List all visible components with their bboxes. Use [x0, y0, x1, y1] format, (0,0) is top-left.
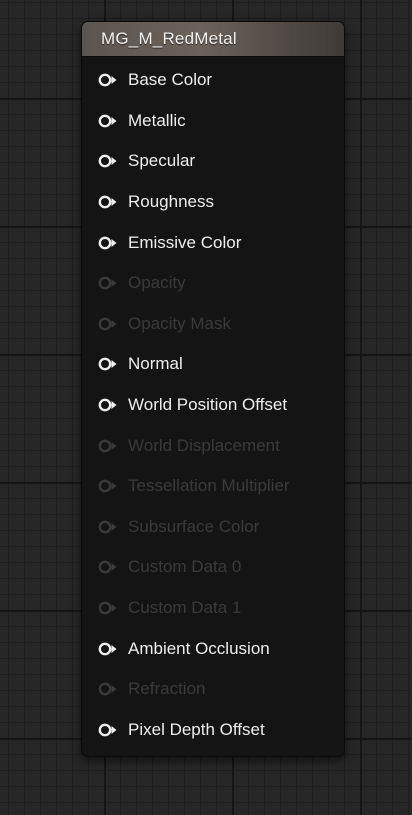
pin-world-position-offset[interactable]: World Position Offset: [82, 385, 344, 426]
material-node[interactable]: MG_M_RedMetal Base Color Metallic Specul…: [82, 22, 344, 756]
pin-connector-icon[interactable]: [98, 195, 118, 209]
pin-connector-icon[interactable]: [98, 236, 118, 250]
pin-custom-data-1[interactable]: Custom Data 1: [82, 588, 344, 629]
pin-label: Roughness: [128, 192, 215, 212]
pin-connector-icon[interactable]: [98, 114, 118, 128]
pin-connector-icon[interactable]: [98, 73, 118, 87]
node-header[interactable]: MG_M_RedMetal: [82, 22, 344, 57]
pin-connector-icon[interactable]: [98, 723, 118, 737]
pin-label: Tessellation Multiplier: [128, 476, 290, 496]
pin-label: Opacity: [128, 273, 186, 293]
pin-connector-icon[interactable]: [98, 682, 118, 696]
pin-connector-icon[interactable]: [98, 560, 118, 574]
pin-label: Custom Data 1: [128, 598, 242, 618]
pin-tessellation-multiplier[interactable]: Tessellation Multiplier: [82, 466, 344, 507]
pin-label: Opacity Mask: [128, 313, 231, 333]
pin-connector-icon[interactable]: [98, 154, 118, 168]
pin-base-color[interactable]: Base Color: [82, 60, 344, 101]
pin-label: World Displacement: [128, 435, 280, 455]
pin-label: World Position Offset: [128, 395, 288, 415]
pin-connector-icon[interactable]: [98, 479, 118, 493]
pin-connector-icon[interactable]: [98, 439, 118, 453]
pin-custom-data-0[interactable]: Custom Data 0: [82, 547, 344, 588]
pin-label: Custom Data 0: [128, 557, 242, 577]
pin-normal[interactable]: Normal: [82, 344, 344, 385]
pin-connector-icon[interactable]: [98, 276, 118, 290]
pin-opacity-mask[interactable]: Opacity Mask: [82, 304, 344, 345]
pin-ambient-occlusion[interactable]: Ambient Occlusion: [82, 628, 344, 669]
pin-connector-icon[interactable]: [98, 317, 118, 331]
pin-emissive-color[interactable]: Emissive Color: [82, 222, 344, 263]
pin-label: Refraction: [128, 679, 206, 699]
pin-label: Normal: [128, 354, 183, 374]
pin-refraction[interactable]: Refraction: [82, 669, 344, 710]
pin-world-displacement[interactable]: World Displacement: [82, 425, 344, 466]
pin-connector-icon[interactable]: [98, 357, 118, 371]
pin-connector-icon[interactable]: [98, 520, 118, 534]
pin-connector-icon[interactable]: [98, 398, 118, 412]
pin-label: Metallic: [128, 110, 186, 130]
pin-specular[interactable]: Specular: [82, 141, 344, 182]
pin-label: Base Color: [128, 70, 213, 90]
pin-label: Specular: [128, 151, 196, 171]
pin-list: Base Color Metallic Specular Roughness E…: [82, 60, 344, 750]
node-title: MG_M_RedMetal: [101, 29, 237, 48]
pin-metallic[interactable]: Metallic: [82, 101, 344, 142]
pin-connector-icon[interactable]: [98, 642, 118, 656]
pin-connector-icon[interactable]: [98, 601, 118, 615]
pin-label: Emissive Color: [128, 232, 242, 252]
pin-label: Ambient Occlusion: [128, 638, 270, 658]
pin-opacity[interactable]: Opacity: [82, 263, 344, 304]
pin-pixel-depth-offset[interactable]: Pixel Depth Offset: [82, 710, 344, 751]
pin-label: Subsurface Color: [128, 516, 260, 536]
pin-label: Pixel Depth Offset: [128, 719, 265, 739]
pin-subsurface-color[interactable]: Subsurface Color: [82, 507, 344, 548]
pin-roughness[interactable]: Roughness: [82, 182, 344, 223]
